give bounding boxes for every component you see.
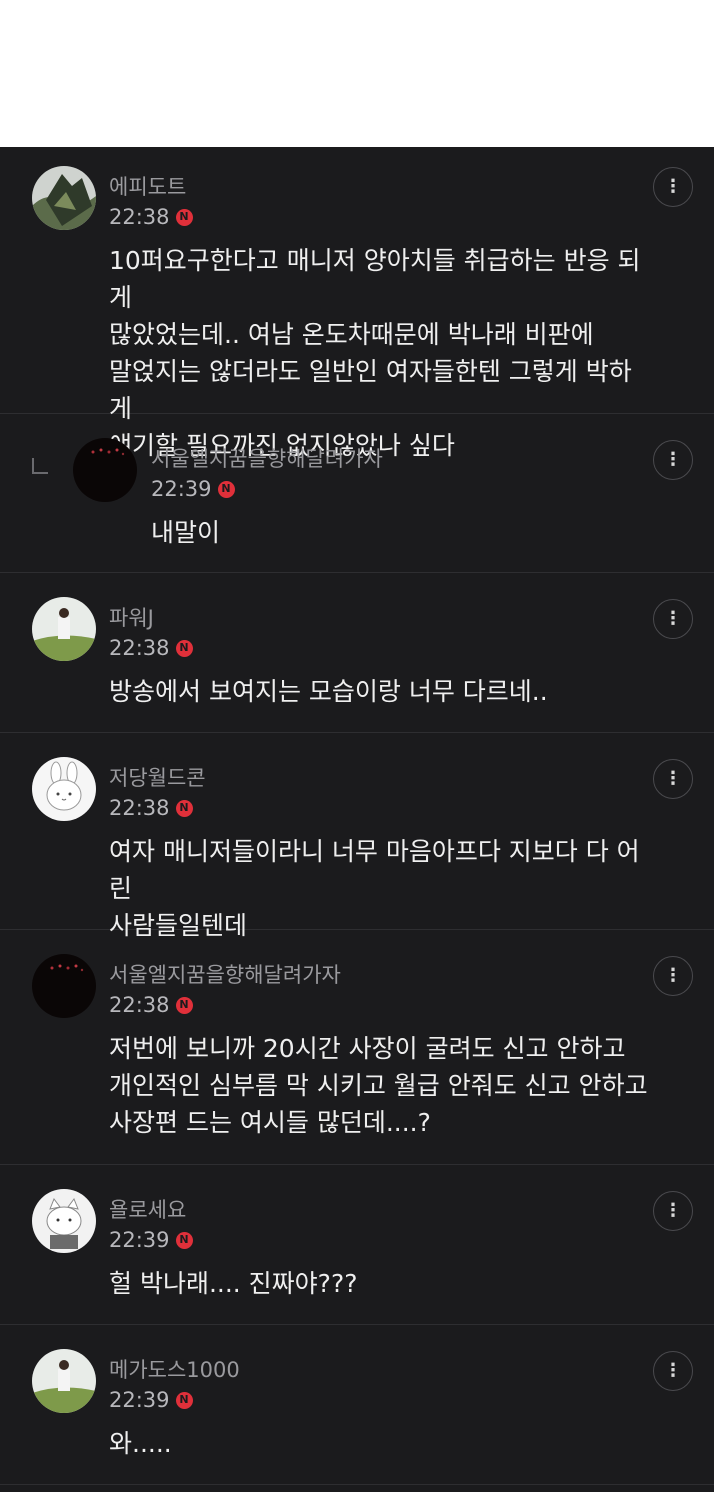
avatar[interactable] <box>32 1189 96 1253</box>
avatar[interactable] <box>32 1349 96 1413</box>
comment-time: 22:39 N <box>109 1227 193 1253</box>
comment-time-text: 22:38 <box>109 796 170 820</box>
avatar[interactable] <box>32 166 96 230</box>
new-badge-icon: N <box>175 799 193 817</box>
avatar[interactable] <box>32 597 96 661</box>
comment-time-text: 22:39 <box>151 477 212 501</box>
reply-arrow-icon <box>32 458 48 474</box>
comment-item: 욜로세요 22:39 N 헐 박나래.... 진짜야??? ⋮ <box>0 1165 714 1325</box>
more-vertical-icon[interactable]: ⋮ <box>653 440 693 480</box>
comment-text: 헐 박나래.... 진짜야??? <box>109 1269 358 1298</box>
comment-author[interactable]: 욜로세요 <box>109 1197 186 1223</box>
comment-reply-item: 서울엘지꿈을향해달려가자 22:39 N 내말이 ⋮ <box>0 414 714 573</box>
comment-text: 방송에서 보여지는 모습이랑 너무 다르네.. <box>109 677 548 706</box>
comment-author[interactable]: 파워J <box>109 605 154 631</box>
comment-time: 22:39 N <box>109 1387 193 1413</box>
new-badge-icon: N <box>175 1231 193 1249</box>
comment-item: 서울엘지꿈을향해달려가자 22:38 N 저번에 보니까 20시간 사장이 굴려… <box>0 930 714 1165</box>
comment-time: 22:38 N <box>109 635 193 661</box>
more-vertical-icon[interactable]: ⋮ <box>653 1191 693 1231</box>
comment-item: 에피도트 22:38 N 10퍼요구한다고 매니저 양아치들 취급하는 반응 되… <box>0 147 714 460</box>
comment-text: 와..... <box>109 1429 172 1458</box>
more-vertical-icon[interactable]: ⋮ <box>653 599 693 639</box>
comment-list: 에피도트 22:38 N 10퍼요구한다고 매니저 양아치들 취급하는 반응 되… <box>0 147 714 1492</box>
comment-text: 저번에 보니까 20시간 사장이 굴려도 신고 안하고 개인적인 심부름 막 시… <box>109 1034 648 1137</box>
comment-author[interactable]: 서울엘지꿈을향해달려가자 <box>109 962 341 988</box>
comment-time: 22:38 N <box>109 992 193 1018</box>
avatar[interactable] <box>73 438 137 502</box>
comment-author[interactable]: 저당월드콘 <box>109 765 206 791</box>
new-badge-icon: N <box>175 208 193 226</box>
more-vertical-icon[interactable]: ⋮ <box>653 759 693 799</box>
comment-time-text: 22:38 <box>109 636 170 660</box>
avatar[interactable] <box>32 954 96 1018</box>
new-badge-icon: N <box>175 996 193 1014</box>
comment-text: 여자 매니저들이라니 너무 마음아프다 지보다 다 어린 사람들일텐데 <box>109 837 640 940</box>
comment-time: 22:38 N <box>109 795 193 821</box>
new-badge-icon: N <box>175 639 193 657</box>
more-vertical-icon[interactable]: ⋮ <box>653 1351 693 1391</box>
comment-time-text: 22:38 <box>109 205 170 229</box>
new-badge-icon: N <box>217 480 235 498</box>
comment-item: 파워J 22:38 N 방송에서 보여지는 모습이랑 너무 다르네.. ⋮ <box>0 573 714 733</box>
avatar[interactable] <box>32 757 96 821</box>
comment-time-text: 22:39 <box>109 1388 170 1412</box>
more-vertical-icon[interactable]: ⋮ <box>653 956 693 996</box>
comment-author[interactable]: 에피도트 <box>109 174 186 200</box>
comment-time-text: 22:39 <box>109 1228 170 1252</box>
comment-author[interactable]: 메가도스1000 <box>109 1357 240 1383</box>
comment-time: 22:38 N <box>109 204 193 230</box>
more-vertical-icon[interactable]: ⋮ <box>653 167 693 207</box>
comment-item: 저당월드콘 22:38 N 여자 매니저들이라니 너무 마음아프다 지보다 다 … <box>0 733 714 940</box>
comment-time: 22:39 N <box>151 476 235 502</box>
comment-item: 메가도스1000 22:39 N 와..... ⋮ <box>0 1325 714 1485</box>
top-blank-area <box>0 0 714 147</box>
comment-time-text: 22:38 <box>109 993 170 1017</box>
comment-author[interactable]: 서울엘지꿈을향해달려가자 <box>151 446 383 472</box>
new-badge-icon: N <box>175 1391 193 1409</box>
comment-text: 내말이 <box>151 518 221 547</box>
